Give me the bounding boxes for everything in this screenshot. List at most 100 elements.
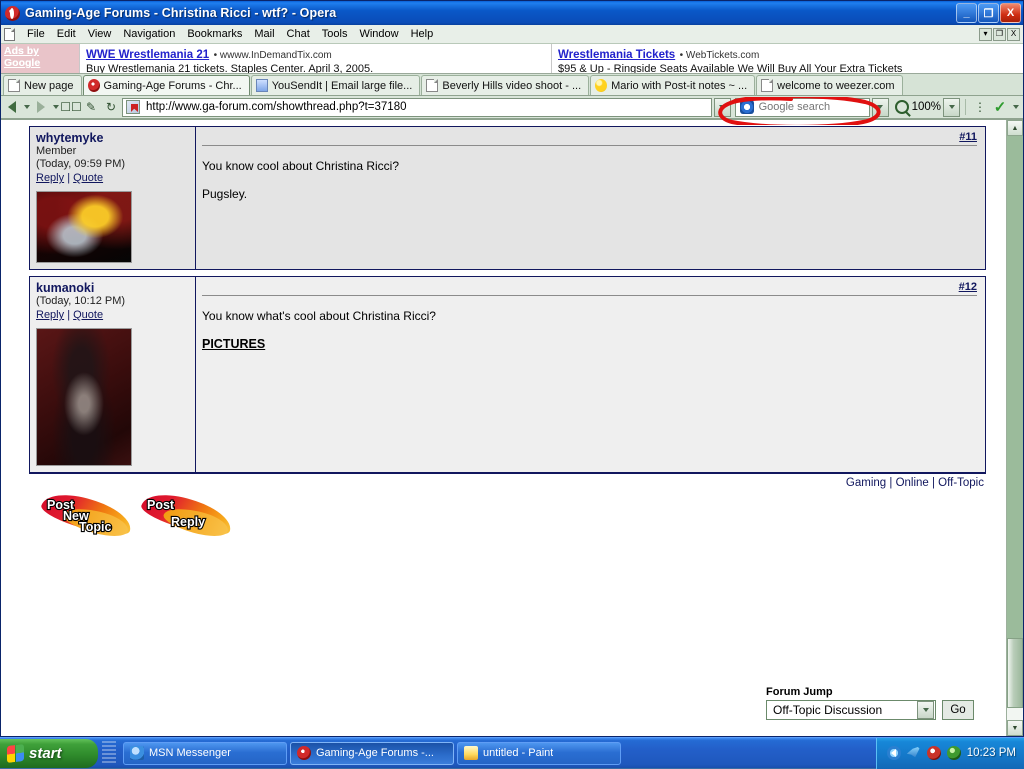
ads-by-line2: Google <box>4 57 76 69</box>
close-button[interactable]: X <box>1000 3 1021 23</box>
green-check-icon[interactable]: ✓ <box>991 98 1009 116</box>
mdi-restore-dropdown-button[interactable]: ▾ <box>979 28 992 41</box>
antivirus-tray-icon[interactable] <box>927 746 941 760</box>
ad-2-title[interactable]: Wrestlemania Tickets <box>558 49 675 61</box>
post-new-topic-button[interactable]: Post New Topic <box>35 495 135 539</box>
tab-yousendit[interactable]: YouSendIt | Email large file... <box>251 75 421 95</box>
toolbar-separator <box>965 99 966 115</box>
menu-item-view[interactable]: View <box>82 27 118 41</box>
mdi-window-buttons: ▾ ❐ X <box>979 28 1023 41</box>
chevron-down-icon[interactable] <box>917 701 934 719</box>
mdi-maximize-button[interactable]: ❐ <box>993 28 1006 41</box>
post-number-link[interactable]: #11 <box>959 131 977 143</box>
menu-item-navigation[interactable]: Navigation <box>117 27 181 41</box>
quote-link[interactable]: Quote <box>73 172 103 184</box>
tab-new-page[interactable]: New page <box>3 75 82 95</box>
minimize-button[interactable]: _ <box>956 3 977 23</box>
tab-label: YouSendIt | Email large file... <box>272 80 413 92</box>
menu-item-bookmarks[interactable]: Bookmarks <box>181 27 248 41</box>
tab-label: Beverly Hills video shoot - ... <box>442 80 581 92</box>
tab-mario-post-it-notes[interactable]: Mario with Post-it notes ~ ... <box>590 75 755 95</box>
post-number-link[interactable]: #12 <box>959 281 977 293</box>
forum-jump-section: Forum Jump Off-Topic Discussion Go <box>766 686 974 720</box>
vertical-scrollbar[interactable]: ▲ ▼ <box>1006 120 1023 736</box>
scrollbar-thumb[interactable] <box>1007 638 1023 708</box>
post-username[interactable]: kumanoki <box>36 281 189 295</box>
show-hidden-icons-arrow-icon[interactable] <box>887 746 901 760</box>
action-separator: | <box>67 172 70 184</box>
scrollbar-track[interactable] <box>1007 136 1023 720</box>
forum-jump-select[interactable]: Off-Topic Discussion <box>766 700 936 720</box>
forum-jump-selected-value: Off-Topic Discussion <box>773 703 882 717</box>
post-body-link[interactable]: PICTURES <box>202 336 977 352</box>
table-row: kumanoki (Today, 10:12 PM) Reply | Quote… <box>30 277 985 472</box>
post-user-rank: Member <box>36 145 189 158</box>
toolbar-overflow-dropdown-icon[interactable] <box>1011 98 1020 116</box>
document-icon <box>4 28 15 41</box>
menu-item-help[interactable]: Help <box>405 27 440 41</box>
start-button-label: start <box>29 745 62 762</box>
yellow-smiley-icon <box>595 79 607 92</box>
back-arrow-icon[interactable] <box>4 98 20 116</box>
quote-link[interactable]: Quote <box>73 309 103 321</box>
avatar <box>36 328 132 466</box>
taskbar-item-label: Gaming-Age Forums -... <box>316 747 434 759</box>
post-body-line: You know cool about Christina Ricci? <box>202 158 977 174</box>
menu-item-mail[interactable]: Mail <box>248 27 280 41</box>
post-reply-word-2: Reply <box>171 515 205 529</box>
start-button[interactable]: start <box>0 739 98 768</box>
post-reply-button[interactable]: Post Reply <box>135 495 235 539</box>
post-container: whytemyke Member (Today, 09:59 PM) Reply… <box>29 126 986 270</box>
ad-1-title[interactable]: WWE Wrestlemania 21 <box>86 49 209 61</box>
taskbar-clock[interactable]: 10:23 PM <box>967 747 1016 759</box>
search-input[interactable] <box>757 100 868 114</box>
thermometer-icon[interactable]: ⋮ <box>971 98 989 116</box>
forward-arrow-icon[interactable] <box>33 98 49 116</box>
reload-icon[interactable]: ↻ <box>102 98 120 116</box>
ad-entry-1[interactable]: WWE Wrestlemania 21 • wwww.InDemandTix.c… <box>79 44 551 73</box>
post-actions: Reply | Quote <box>36 308 189 322</box>
address-toolbar: ☐☐ ✎ ↻ 100% ⋮ ✓ <box>1 96 1023 119</box>
taskbar-item-msn-messenger[interactable]: MSN Messenger <box>123 742 287 765</box>
ad-entry-2[interactable]: Wrestlemania Tickets • WebTickets.com $9… <box>551 44 1023 73</box>
quick-launch-handle[interactable] <box>102 741 116 765</box>
mdi-close-button[interactable]: X <box>1007 28 1020 41</box>
magnifier-icon <box>895 100 909 114</box>
post-username[interactable]: whytemyke <box>36 131 189 145</box>
site-favicon-icon <box>126 100 140 114</box>
menu-item-edit[interactable]: Edit <box>51 27 82 41</box>
forum-jump-go-button[interactable]: Go <box>942 700 974 720</box>
post-body-line: Pugsley. <box>202 186 977 202</box>
pencil-icon[interactable]: ✎ <box>82 98 100 116</box>
zoom-control[interactable]: 100% <box>895 100 941 114</box>
search-engine-dropdown-button[interactable] <box>872 98 889 117</box>
menu-item-file[interactable]: File <box>21 27 51 41</box>
menu-item-window[interactable]: Window <box>353 27 404 41</box>
forum-page: whytemyke Member (Today, 09:59 PM) Reply… <box>1 120 1006 736</box>
url-input[interactable] <box>144 100 709 114</box>
reply-link[interactable]: Reply <box>36 309 64 321</box>
forum-jump-row: Off-Topic Discussion Go <box>766 700 974 720</box>
tab-beverly-hills-video-shoot[interactable]: Beverly Hills video shoot - ... <box>421 75 589 95</box>
msn-messenger-tray-icon[interactable] <box>907 746 921 760</box>
reply-link[interactable]: Reply <box>36 172 64 184</box>
zoom-dropdown-button[interactable] <box>943 98 960 117</box>
menu-item-tools[interactable]: Tools <box>316 27 354 41</box>
network-globe-tray-icon[interactable] <box>947 746 961 760</box>
address-dropdown-button[interactable] <box>714 98 731 117</box>
scroll-up-button[interactable]: ▲ <box>1007 120 1023 136</box>
forward-dropdown-icon[interactable] <box>51 98 60 116</box>
tab-gaming-age-forums[interactable]: Gaming-Age Forums - Chr... <box>83 75 250 95</box>
taskbar-item-gaming-age-forums[interactable]: Gaming-Age Forums -... <box>290 742 454 765</box>
home-icon[interactable]: ☐☐ <box>62 98 80 116</box>
table-row: whytemyke Member (Today, 09:59 PM) Reply… <box>30 127 985 269</box>
tab-weezer[interactable]: welcome to weezer.com <box>756 75 902 95</box>
maximize-button[interactable]: ❐ <box>978 3 999 23</box>
taskbar-item-untitled-paint[interactable]: untitled - Paint <box>457 742 621 765</box>
menu-item-chat[interactable]: Chat <box>281 27 316 41</box>
google-search-box[interactable] <box>735 98 870 117</box>
address-bar[interactable] <box>122 98 712 117</box>
back-dropdown-icon[interactable] <box>22 98 31 116</box>
scroll-down-button[interactable]: ▼ <box>1007 720 1023 736</box>
breadcrumb-links[interactable]: Gaming | Online | Off-Topic <box>846 477 984 489</box>
